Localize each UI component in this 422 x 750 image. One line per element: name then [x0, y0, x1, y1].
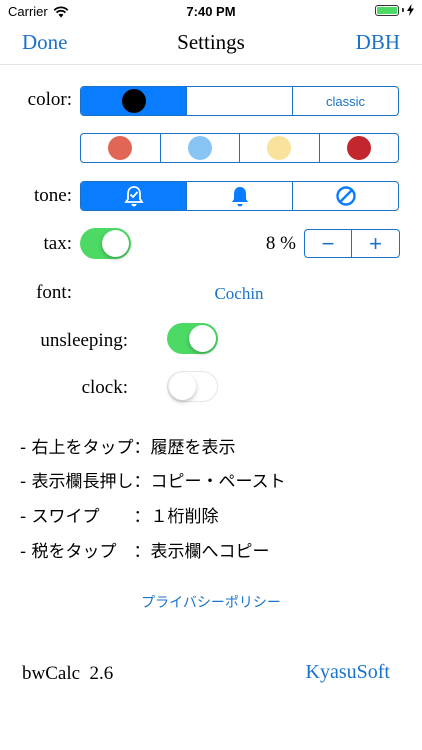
increment-button[interactable]: +	[352, 230, 399, 257]
nav-divider	[0, 64, 422, 65]
color-label: color:	[27, 89, 72, 110]
status-bar: Carrier 7:40 PM	[0, 0, 422, 24]
toggle-knob	[169, 372, 196, 400]
tax-label[interactable]: tax:	[10, 233, 73, 255]
tone-option-bell[interactable]	[187, 182, 293, 210]
status-time: 7:40 PM	[186, 4, 236, 19]
font-selector-button[interactable]: Cochin	[180, 284, 298, 304]
swatch-segmented-control[interactable]	[80, 133, 399, 163]
clock-toggle[interactable]	[167, 371, 218, 402]
toggle-knob	[102, 230, 129, 257]
toggle-knob	[189, 325, 216, 352]
blue-swatch-icon	[187, 136, 212, 160]
tone-option-mute[interactable]	[293, 182, 398, 210]
black-swatch-icon	[121, 89, 146, 113]
bell-check-icon	[123, 186, 144, 207]
tax-rate-stepper[interactable]: − +	[304, 229, 400, 258]
dbh-button[interactable]: DBH	[356, 30, 400, 55]
hint-line: - 右上をタップ：履歴を表示	[20, 438, 236, 458]
tone-segmented-control[interactable]	[80, 181, 399, 211]
battery-icon	[375, 4, 399, 16]
navigation-bar: Done Settings DBH	[0, 24, 422, 64]
tax-toggle[interactable]	[80, 228, 131, 259]
darkred-swatch-icon	[346, 136, 371, 160]
app-version: bwCalc 2.6	[22, 663, 114, 684]
tone-option-bell-check[interactable]	[81, 182, 187, 210]
classic-label: classic	[325, 93, 365, 109]
color-option-classic[interactable]: classic	[293, 87, 398, 115]
color-option-black[interactable]	[81, 87, 187, 115]
unsleeping-label: unsleeping:	[40, 330, 128, 351]
hint-line: - 表示欄長押し：コピー・ペースト	[20, 472, 286, 492]
battery-tip	[402, 8, 404, 12]
font-label: font:	[36, 282, 72, 303]
tone-label: tone:	[34, 185, 72, 206]
unsleeping-toggle[interactable]	[167, 323, 218, 354]
color-segmented-control[interactable]: classic	[80, 86, 399, 116]
charging-bolt-icon	[407, 4, 414, 16]
swatch-option-red[interactable]	[81, 134, 161, 162]
swatch-option-darkred[interactable]	[320, 134, 399, 162]
red-swatch-icon	[108, 136, 133, 160]
color-option-white[interactable]	[187, 87, 293, 115]
yellow-swatch-icon	[267, 136, 292, 160]
hint-line: - 税をタップ ：表示欄へコピー	[20, 542, 270, 562]
bell-icon	[231, 187, 248, 207]
tax-rate-text: 8 %	[265, 233, 296, 254]
status-right	[375, 4, 414, 16]
privacy-policy-link[interactable]: プライバシーポリシー	[0, 592, 422, 612]
no-sound-icon	[335, 186, 356, 206]
swatch-option-yellow[interactable]	[240, 134, 320, 162]
swatch-option-blue[interactable]	[161, 134, 240, 162]
clock-label: clock:	[81, 377, 128, 398]
company-link[interactable]: KyasuSoft	[306, 661, 390, 684]
hint-line: - スワイプ ：１桁削除	[20, 507, 219, 527]
decrement-button[interactable]: −	[305, 230, 352, 257]
